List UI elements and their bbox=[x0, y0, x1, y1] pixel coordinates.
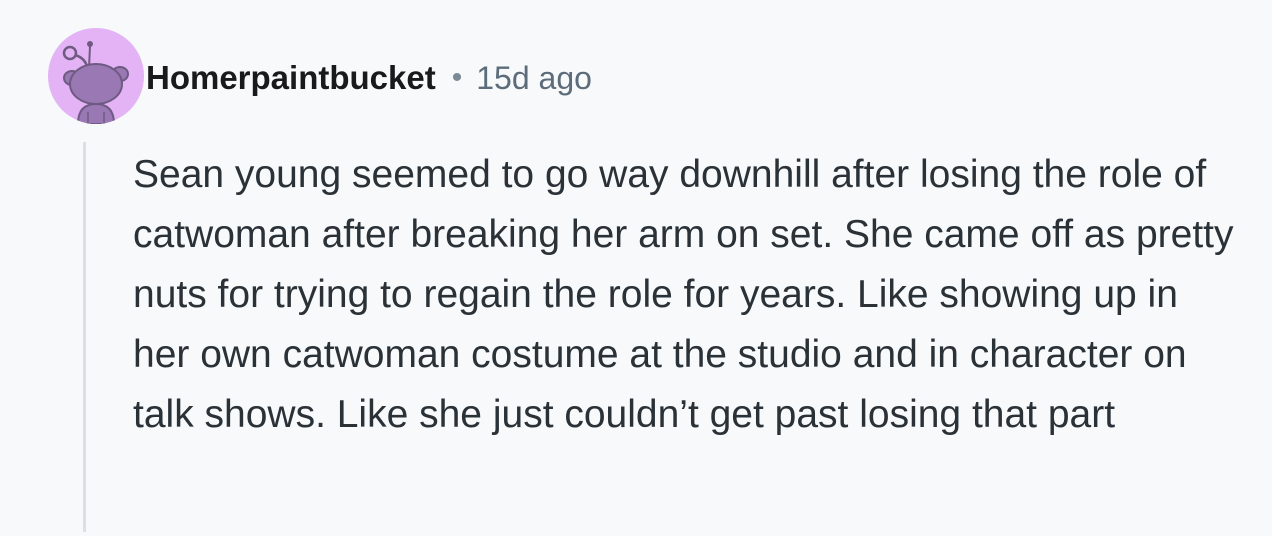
comment-meta: Homerpaintbucket • 15d ago bbox=[146, 56, 592, 100]
comment: Homerpaintbucket • 15d ago Sean young se… bbox=[0, 0, 1272, 536]
snoo-avatar-icon bbox=[62, 41, 129, 124]
comment-body: Sean young seemed to go way downhill aft… bbox=[133, 153, 1234, 436]
username-link[interactable]: Homerpaintbucket bbox=[146, 59, 436, 97]
user-avatar[interactable] bbox=[48, 28, 144, 124]
thread-collapse-line[interactable] bbox=[83, 142, 86, 532]
meta-separator: • bbox=[451, 61, 463, 94]
comment-timestamp[interactable]: 15d ago bbox=[476, 60, 592, 97]
